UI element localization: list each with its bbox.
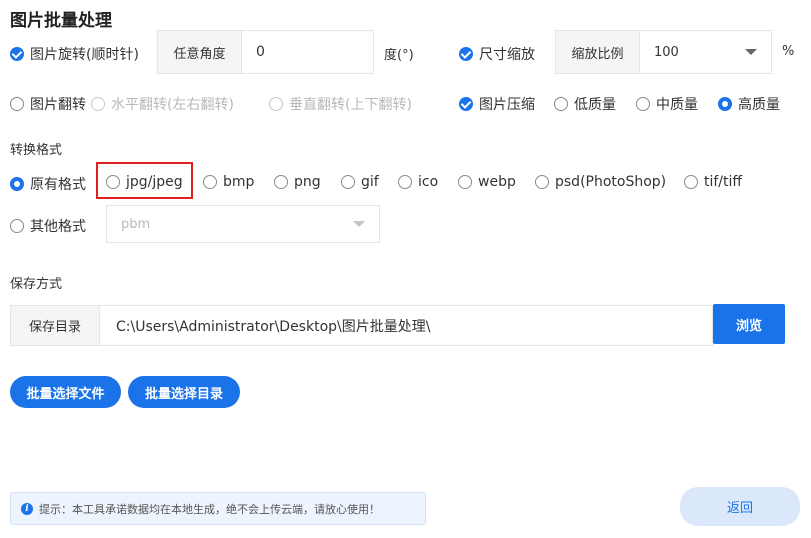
flip-label: 图片翻转 (30, 97, 86, 113)
compress-checkbox[interactable]: 图片压缩 (459, 94, 535, 114)
radio-icon (203, 175, 217, 189)
flip-vertical-option[interactable]: 垂直翻转(上下翻转) (269, 94, 412, 114)
format-option-tif[interactable]: tif/tiff (684, 174, 742, 190)
format-option-ico[interactable]: ico (398, 174, 438, 190)
format-other-label: 其他格式 (30, 219, 86, 235)
compress-label: 图片压缩 (479, 97, 535, 113)
radio-icon (554, 97, 568, 111)
format-option-label: tif/tiff (704, 174, 743, 190)
scale-select[interactable]: 100 (640, 30, 772, 74)
radio-selected-icon (10, 177, 24, 191)
page-title: 图片批量处理 (10, 11, 112, 31)
select-directory-button[interactable]: 批量选择目录 (128, 376, 240, 408)
flip-option[interactable]: 图片翻转 (10, 94, 86, 114)
format-option-label: webp (478, 174, 516, 190)
resize-label: 尺寸缩放 (479, 47, 535, 63)
radio-icon (458, 175, 472, 189)
radio-icon (10, 219, 24, 233)
checked-icon (459, 47, 473, 61)
format-option-psd[interactable]: psd(PhotoShop) (535, 174, 666, 190)
radio-icon (684, 175, 698, 189)
flip-vertical-label: 垂直翻转(上下翻转) (289, 97, 412, 113)
browse-button[interactable]: 浏览 (713, 304, 785, 344)
privacy-tip: i 提示：本工具承诺数据均在本地生成，绝不会上传云端，请放心使用！ (10, 492, 426, 525)
radio-icon (636, 97, 650, 111)
format-option-label: jpg/jpeg (126, 174, 183, 190)
radio-icon (269, 97, 283, 111)
save-section-title: 保存方式 (10, 277, 63, 292)
save-dir-label: 保存目录 (10, 305, 100, 346)
quality-low-label: 低质量 (574, 97, 616, 113)
format-original-label: 原有格式 (30, 177, 86, 193)
quality-medium-label: 中质量 (656, 97, 698, 113)
back-button[interactable]: 返回 (680, 487, 800, 526)
radio-icon (341, 175, 355, 189)
format-original-option[interactable]: 原有格式 (10, 174, 86, 194)
format-other-option[interactable]: 其他格式 (10, 216, 86, 236)
other-format-select[interactable]: pbm (106, 205, 380, 243)
chevron-down-icon (745, 49, 757, 55)
info-icon: i (21, 502, 33, 515)
scale-value: 100 (654, 44, 679, 60)
format-option-png[interactable]: png (274, 174, 321, 190)
tip-text: 提示：本工具承诺数据均在本地生成，绝不会上传云端，请放心使用！ (39, 502, 380, 516)
quality-high-label: 高质量 (738, 97, 780, 113)
checked-icon (10, 47, 24, 61)
rotate-checkbox[interactable]: 图片旋转(顺时针) (10, 44, 139, 64)
radio-icon (91, 97, 105, 111)
format-option-label: psd(PhotoShop) (555, 174, 667, 190)
radio-icon (106, 175, 120, 189)
format-option-gif[interactable]: gif (341, 174, 379, 190)
rotate-label: 图片旋转(顺时针) (30, 47, 139, 63)
select-files-button[interactable]: 批量选择文件 (10, 376, 121, 408)
radio-selected-icon (718, 97, 732, 111)
quality-medium-option[interactable]: 中质量 (636, 94, 698, 114)
format-option-webp[interactable]: webp (458, 174, 516, 190)
format-option-label: bmp (223, 174, 255, 190)
radio-icon (398, 175, 412, 189)
checked-icon (459, 97, 473, 111)
scale-unit: % (782, 44, 795, 59)
format-option-label: gif (361, 174, 379, 190)
angle-unit: 度(°) (384, 48, 414, 63)
angle-input[interactable]: 0 (242, 30, 374, 74)
resize-checkbox[interactable]: 尺寸缩放 (459, 44, 535, 64)
flip-horizontal-label: 水平翻转(左右翻转) (111, 97, 234, 113)
angle-label: 任意角度 (157, 30, 242, 74)
quality-high-option[interactable]: 高质量 (718, 94, 780, 114)
format-option-label: png (294, 174, 321, 190)
flip-horizontal-option[interactable]: 水平翻转(左右翻转) (91, 94, 234, 114)
other-format-value: pbm (121, 216, 151, 232)
format-option-bmp[interactable]: bmp (203, 174, 254, 190)
scale-label: 缩放比例 (555, 30, 640, 74)
format-option-jpg[interactable]: jpg/jpeg (106, 174, 183, 190)
radio-icon (10, 97, 24, 111)
format-section-title: 转换格式 (10, 143, 63, 158)
radio-icon (535, 175, 549, 189)
radio-icon (274, 175, 288, 189)
chevron-down-icon (353, 221, 365, 227)
format-option-label: ico (418, 174, 439, 190)
quality-low-option[interactable]: 低质量 (554, 94, 616, 114)
save-dir-input[interactable]: C:\Users\Administrator\Desktop\图片批量处理\ (100, 305, 713, 346)
